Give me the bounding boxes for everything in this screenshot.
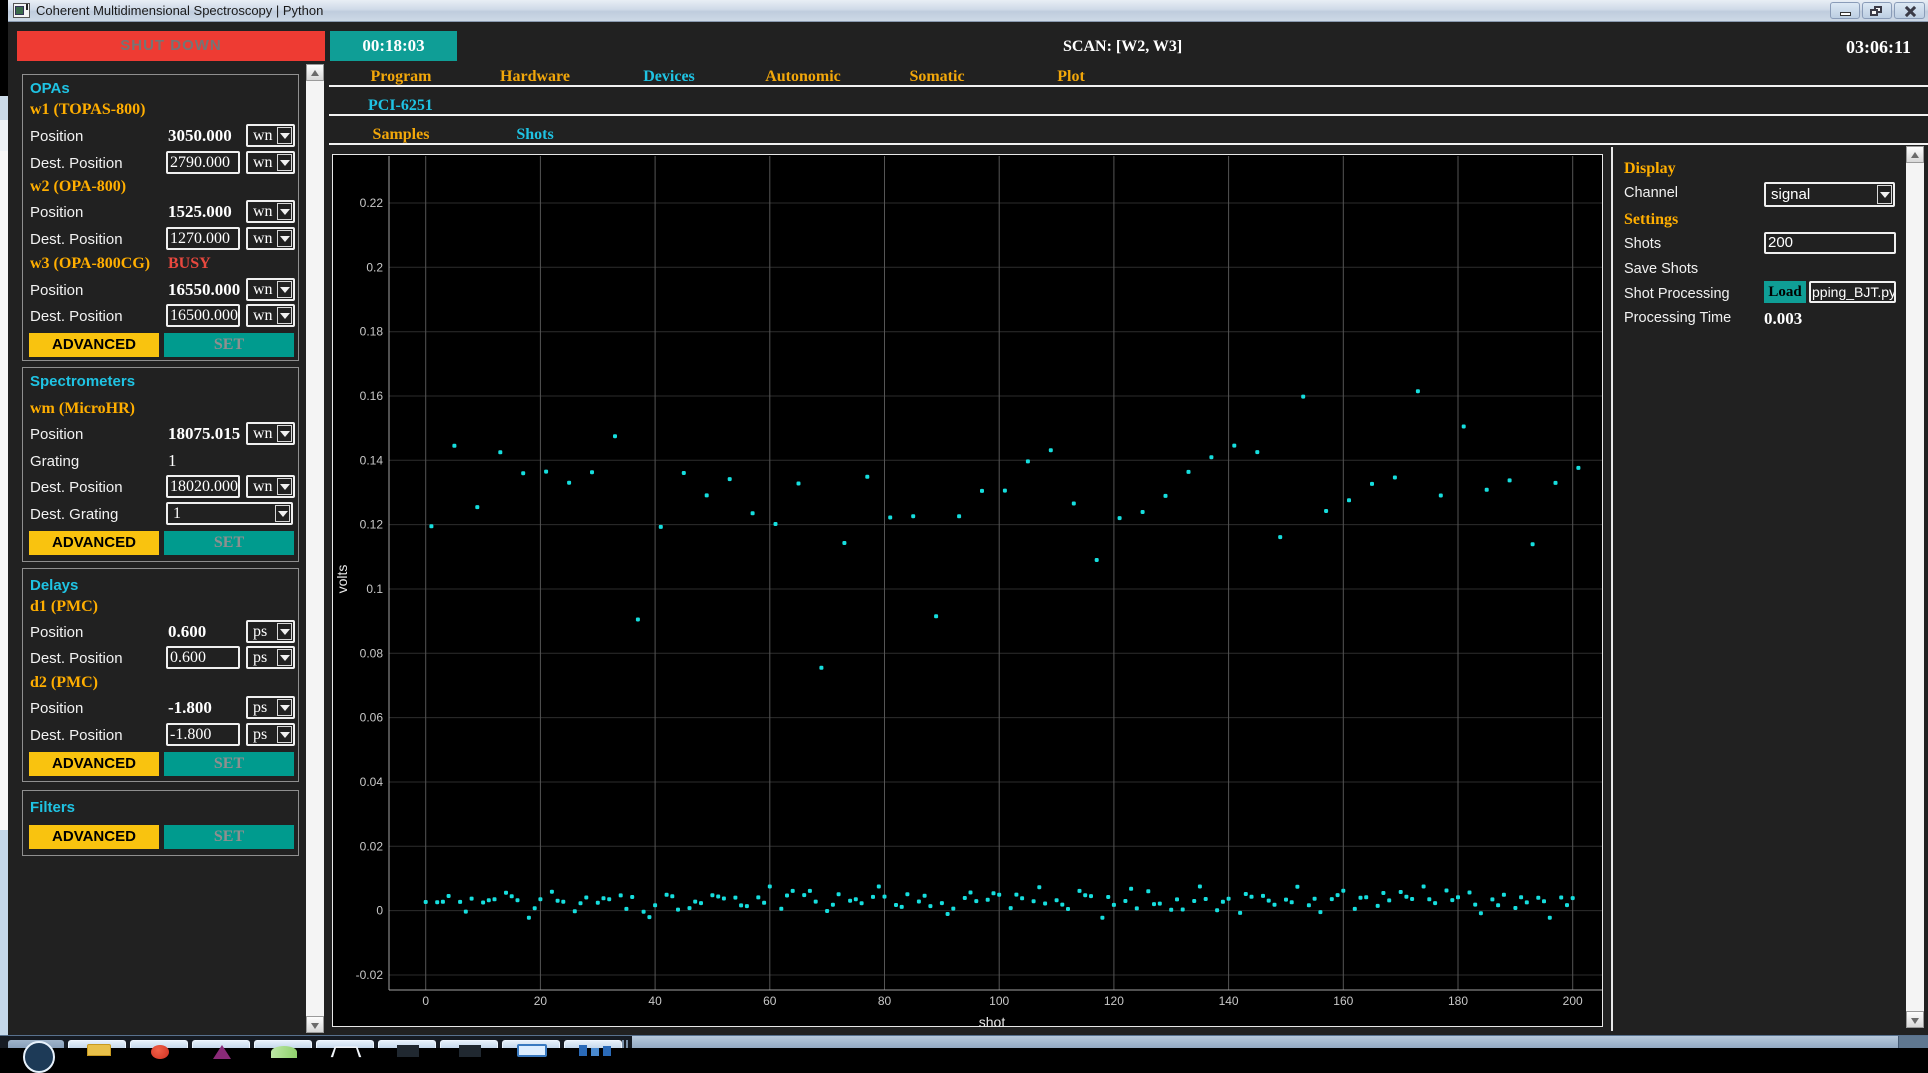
svg-text:100: 100 <box>989 994 1009 1008</box>
svg-text:0.18: 0.18 <box>360 325 384 339</box>
svg-text:0.12: 0.12 <box>360 518 384 532</box>
svg-text:0.04: 0.04 <box>360 775 384 789</box>
svg-text:0.14: 0.14 <box>360 453 384 467</box>
svg-text:80: 80 <box>878 994 892 1008</box>
svg-text:140: 140 <box>1219 994 1239 1008</box>
svg-text:0: 0 <box>422 994 429 1008</box>
svg-text:200: 200 <box>1563 994 1583 1008</box>
svg-text:60: 60 <box>763 994 777 1008</box>
svg-text:40: 40 <box>648 994 662 1008</box>
svg-text:0.06: 0.06 <box>360 711 384 725</box>
svg-text:20: 20 <box>534 994 548 1008</box>
svg-text:-0.02: -0.02 <box>356 968 384 982</box>
svg-text:0.1: 0.1 <box>366 582 383 596</box>
svg-text:0.02: 0.02 <box>360 839 384 853</box>
svg-text:180: 180 <box>1448 994 1468 1008</box>
svg-text:0.22: 0.22 <box>360 196 384 210</box>
svg-text:volts: volts <box>334 565 350 594</box>
svg-text:160: 160 <box>1333 994 1353 1008</box>
svg-text:0: 0 <box>376 904 383 918</box>
svg-text:shot: shot <box>979 1014 1006 1027</box>
svg-text:0.2: 0.2 <box>366 260 383 274</box>
svg-text:120: 120 <box>1104 994 1124 1008</box>
svg-text:0.16: 0.16 <box>360 389 384 403</box>
svg-text:0.08: 0.08 <box>360 646 384 660</box>
